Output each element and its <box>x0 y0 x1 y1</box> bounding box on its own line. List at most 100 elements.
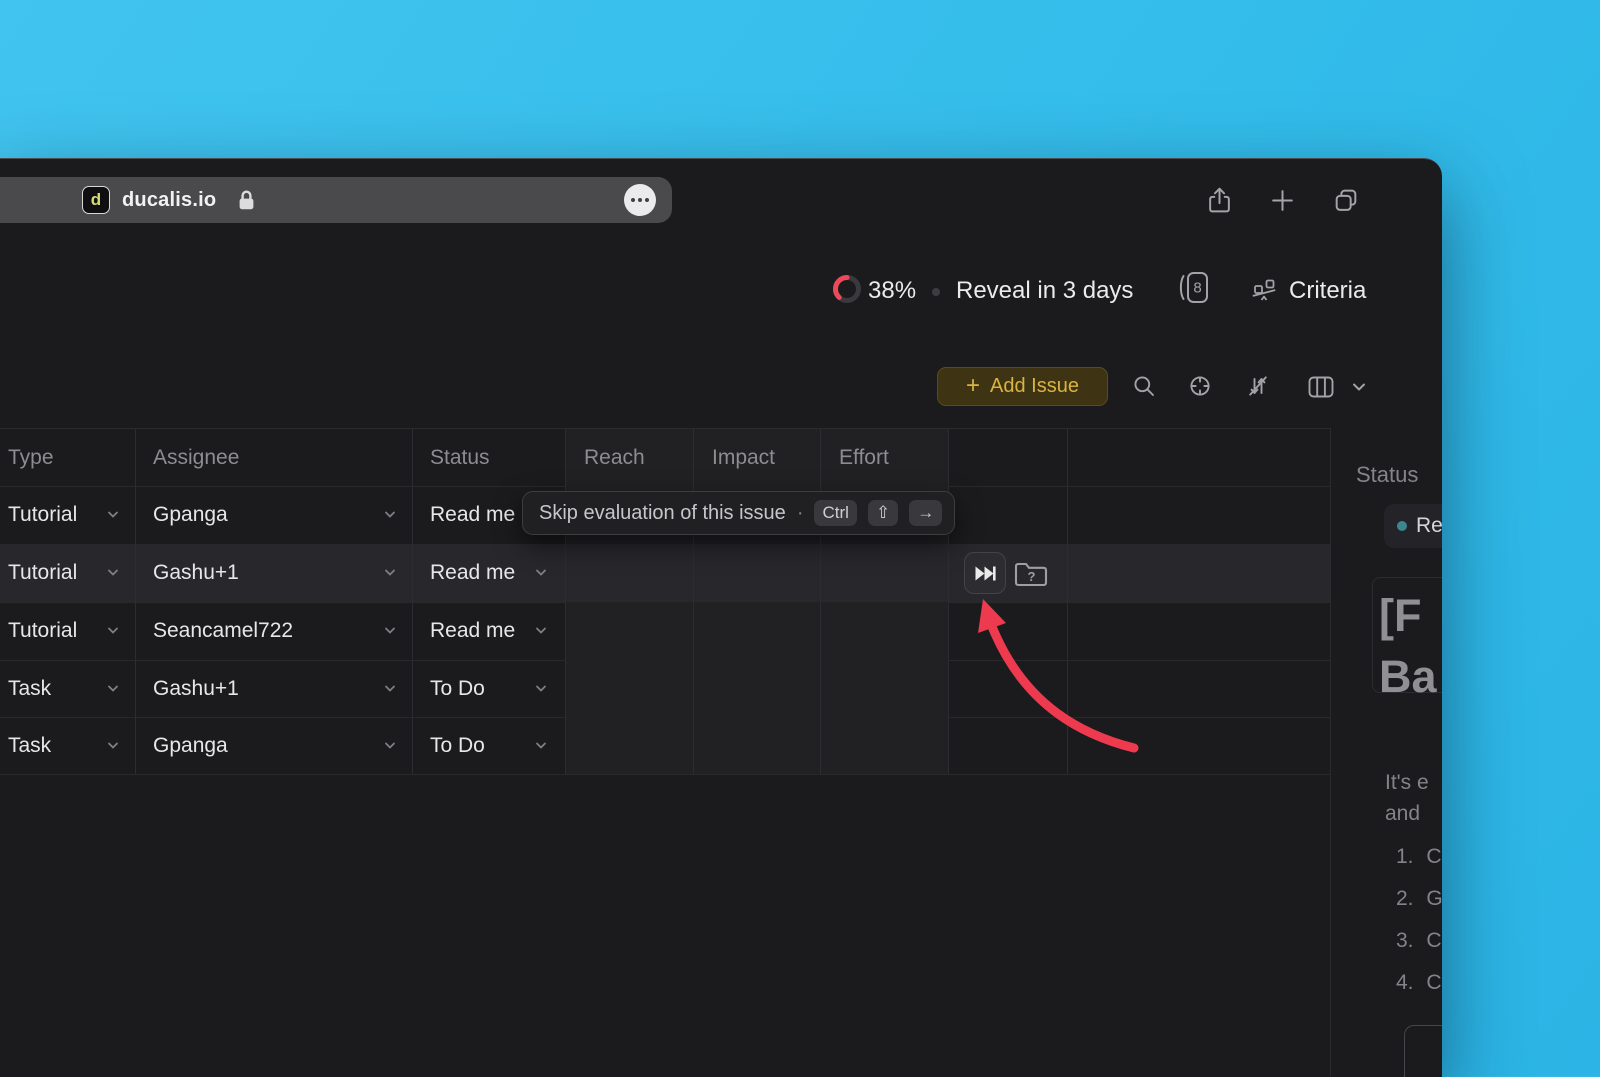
sort-disabled-icon[interactable] <box>1246 374 1270 398</box>
chevron-down-icon[interactable] <box>1352 383 1366 392</box>
status-select[interactable]: Read me <box>413 544 566 602</box>
panel-status-pill[interactable]: Read me <box>1384 504 1442 548</box>
plus-icon: + <box>966 374 980 398</box>
type-select[interactable]: Task <box>0 660 136 717</box>
ellipsis-icon <box>631 198 635 202</box>
reveal-countdown: Reveal in 3 days <box>956 277 1133 305</box>
skip-evaluation-tooltip: Skip evaluation of this issue · Ctrl ⇧ → <box>522 491 955 535</box>
status-select[interactable]: To Do <box>413 717 566 774</box>
shift-key: ⇧ <box>868 500 898 526</box>
chevron-down-icon <box>107 742 119 750</box>
progress-ring <box>832 274 862 304</box>
target-icon[interactable] <box>1188 374 1212 398</box>
share-icon[interactable] <box>1206 185 1233 215</box>
new-tab-plus-icon[interactable] <box>1269 187 1296 214</box>
chevron-down-icon <box>384 569 396 577</box>
panel-bottom-box <box>1404 1025 1442 1077</box>
skip-evaluation-button[interactable] <box>964 552 1006 594</box>
chevron-down-icon <box>107 627 119 635</box>
status-select[interactable]: To Do <box>413 660 566 717</box>
cards-count-icon[interactable]: 8 <box>1176 268 1214 308</box>
impact-cell[interactable] <box>694 602 821 660</box>
chevron-down-icon <box>535 685 547 693</box>
assignee-select[interactable]: Gashu+1 <box>136 660 413 717</box>
assignee-select[interactable]: Gpanga <box>136 486 413 544</box>
status-select[interactable]: Read me <box>413 602 566 660</box>
status-dot-icon <box>1397 521 1407 531</box>
extra-cell <box>949 660 1068 717</box>
panel-issue-title: [F Ba <box>1379 585 1437 707</box>
chevron-down-icon <box>535 569 547 577</box>
panel-numbered-list: 1. C 2. G 3. C 4. C <box>1396 843 1442 1011</box>
reach-cell[interactable] <box>566 544 694 602</box>
table-header-row: Type Assignee Status Reach Impact Effort <box>0 429 1330 487</box>
impact-cell[interactable] <box>694 544 821 602</box>
panel-divider <box>1330 428 1331 1077</box>
unknown-folder-button[interactable]: ? <box>1013 559 1049 588</box>
table-row: Task Gashu+1 To Do <box>0 660 1330 718</box>
column-header-extra <box>949 429 1068 486</box>
impact-cell[interactable] <box>694 717 821 774</box>
column-header-impact: Impact <box>694 429 821 486</box>
lock-icon <box>238 189 255 216</box>
list-item: 3. C <box>1396 927 1442 955</box>
chevron-down-icon <box>107 511 119 519</box>
effort-cell[interactable] <box>821 544 949 602</box>
svg-text:?: ? <box>1028 569 1036 584</box>
type-select[interactable]: Tutorial <box>0 602 136 660</box>
type-select[interactable]: Task <box>0 717 136 774</box>
reach-cell[interactable] <box>566 660 694 717</box>
search-icon[interactable] <box>1132 374 1156 398</box>
ctrl-key: Ctrl <box>814 500 856 526</box>
list-item: 2. G <box>1396 885 1442 913</box>
effort-cell[interactable] <box>821 660 949 717</box>
browser-window: d ducalis.io <box>0 158 1442 1077</box>
evaluation-header: 38% Reveal in 3 days 8 Criteria <box>0 271 1442 315</box>
panel-status-label: Status <box>1356 462 1418 488</box>
impact-cell[interactable] <box>694 660 821 717</box>
chevron-down-icon <box>535 627 547 635</box>
chevron-down-icon <box>535 742 547 750</box>
table-row: Task Gpanga To Do <box>0 717 1330 775</box>
separator-dot <box>932 288 940 296</box>
address-menu-button[interactable] <box>624 184 656 216</box>
effort-cell[interactable] <box>821 717 949 774</box>
table-row: Tutorial Seancamel722 Read me <box>0 602 1330 661</box>
url-text: ducalis.io <box>122 177 216 223</box>
window-controls <box>1206 185 1360 215</box>
skip-forward-icon <box>974 565 997 582</box>
column-header-type: Type <box>0 429 136 486</box>
list-item: 1. C <box>1396 843 1442 871</box>
assignee-select[interactable]: Seancamel722 <box>136 602 413 660</box>
address-bar[interactable]: d ducalis.io <box>0 177 672 223</box>
criteria-label[interactable]: Criteria <box>1289 277 1366 305</box>
effort-cell[interactable] <box>821 602 949 660</box>
extra-cell <box>949 486 1068 544</box>
tabs-overview-icon[interactable] <box>1332 186 1360 214</box>
reach-cell[interactable] <box>566 602 694 660</box>
site-favicon: d <box>82 186 110 214</box>
table-row: Tutorial Gashu+1 Read me <box>0 544 1330 603</box>
progress-percent: 38% <box>868 277 916 305</box>
cards-count-value: 8 <box>1193 280 1201 297</box>
columns-icon[interactable] <box>1308 376 1334 398</box>
column-header-assignee: Assignee <box>136 429 413 486</box>
chevron-down-icon <box>384 511 396 519</box>
type-select[interactable]: Tutorial <box>0 544 136 602</box>
list-item: 4. C <box>1396 969 1442 997</box>
chevron-down-icon <box>384 627 396 635</box>
chevron-down-icon <box>107 569 119 577</box>
add-issue-button[interactable]: + Add Issue <box>937 367 1108 406</box>
folder-question-icon: ? <box>1013 559 1049 588</box>
right-arrow-key: → <box>909 500 942 526</box>
chevron-down-icon <box>384 685 396 693</box>
reach-cell[interactable] <box>566 717 694 774</box>
type-select[interactable]: Tutorial <box>0 486 136 544</box>
chevron-down-icon <box>384 742 396 750</box>
criteria-icon[interactable] <box>1250 276 1278 302</box>
favicon-letter: d <box>91 190 101 210</box>
chevron-down-icon <box>107 685 119 693</box>
assignee-select[interactable]: Gashu+1 <box>136 544 413 602</box>
assignee-select[interactable]: Gpanga <box>136 717 413 774</box>
panel-description: It's e and <box>1385 767 1429 829</box>
